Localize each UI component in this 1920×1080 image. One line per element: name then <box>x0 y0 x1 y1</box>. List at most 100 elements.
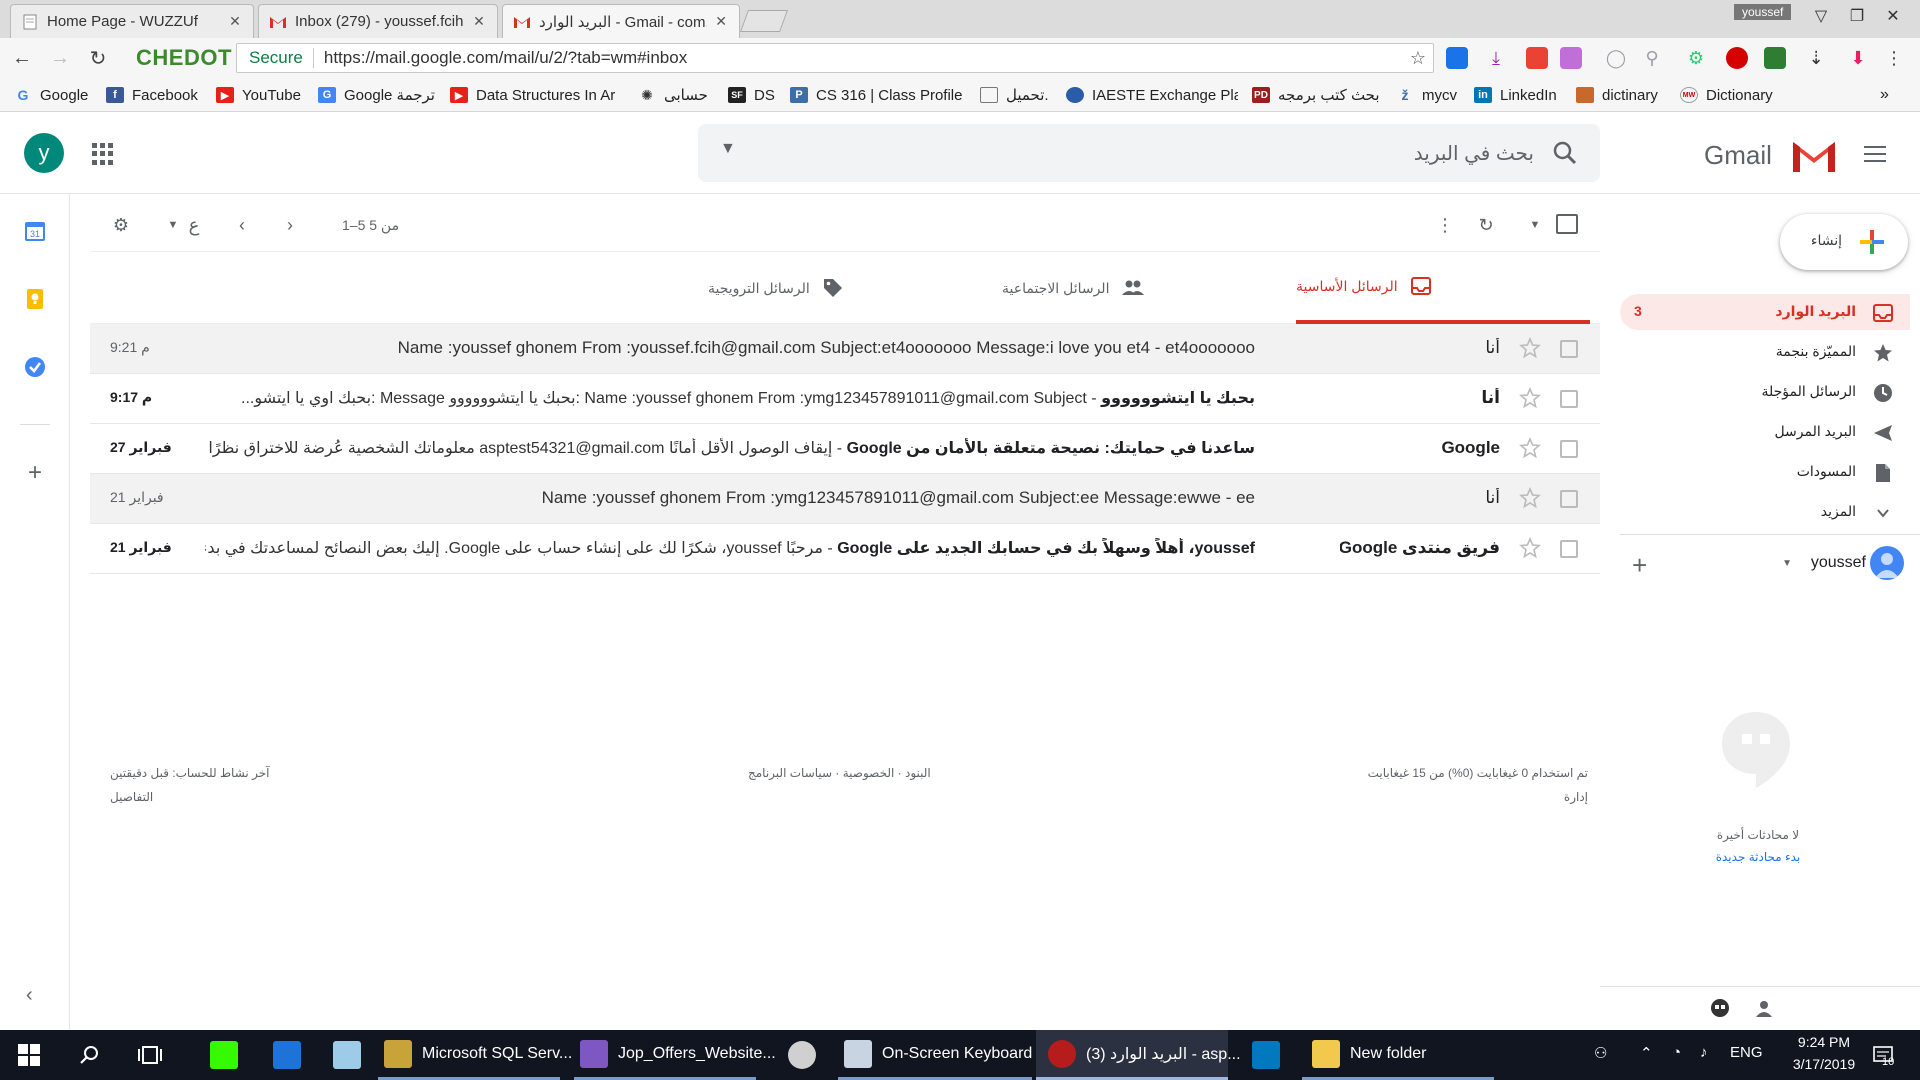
gmail-logo-icon[interactable] <box>1790 138 1838 174</box>
hangouts-avatar[interactable] <box>1870 546 1904 580</box>
search-input[interactable]: بحث في البريد <box>1414 141 1534 166</box>
close-window-icon[interactable]: ✕ <box>1882 6 1904 26</box>
taskbar-new-folder[interactable]: New folder <box>1302 1030 1494 1080</box>
settings-ext-icon[interactable]: ⚙ <box>1684 46 1708 70</box>
more-bookmarks-icon[interactable]: » <box>1880 85 1889 105</box>
row-checkbox[interactable] <box>1560 440 1578 458</box>
close-icon[interactable]: ✕ <box>471 13 487 30</box>
bookmark-dictinary[interactable]: dictinary <box>1576 85 1658 105</box>
tabs-menu-icon[interactable]: ▽ <box>1810 6 1832 26</box>
tab-gmail-active[interactable]: البريد الوارد - Gmail - com. ✕ <box>502 4 740 38</box>
nav-inbox[interactable]: البريد الوارد 3 <box>1620 294 1910 330</box>
taskbar-trello[interactable] <box>1238 1030 1294 1080</box>
search-bar[interactable]: ▼ بحث في البريد <box>698 124 1600 182</box>
chevron-left-icon[interactable]: ‹ <box>232 212 252 238</box>
gmail-logo-text[interactable]: Gmail <box>1704 140 1772 171</box>
tasks-icon[interactable] <box>22 354 48 380</box>
wifi-icon[interactable]: ◔ <box>1672 1044 1681 1061</box>
bookmark-linkedin[interactable]: in LinkedIn <box>1474 85 1557 105</box>
account-avatar[interactable]: y <box>24 133 64 173</box>
search-options-icon[interactable]: ▼ <box>720 140 736 158</box>
menu-dots-icon[interactable]: ⋮ <box>1882 46 1906 70</box>
restore-icon[interactable]: ❐ <box>1846 6 1868 26</box>
clock-time[interactable]: 9:24 PM <box>1784 1034 1864 1050</box>
refresh-icon[interactable]: ↻ <box>1474 212 1498 238</box>
bookmark-google-translate[interactable]: G Google ترجمة <box>318 85 435 105</box>
star-icon[interactable] <box>1518 486 1542 510</box>
bookmark-programming-books[interactable]: PD بحث كتب برمجه <box>1252 85 1380 105</box>
row-checkbox[interactable] <box>1560 390 1578 408</box>
row-checkbox[interactable] <box>1560 340 1578 358</box>
task-view-icon[interactable] <box>138 1044 162 1066</box>
select-dropdown-icon[interactable]: ▼ <box>1528 212 1542 238</box>
bookmark-iaeste[interactable]: IAESTE Exchange Plat <box>1066 85 1238 105</box>
email-row[interactable]: Google ساعدنا في حمايتك: نصيحة متعلقة با… <box>90 424 1600 474</box>
windows-start-icon[interactable] <box>18 1044 40 1066</box>
tab-social[interactable]: الرسائل الاجتماعية <box>1002 252 1296 324</box>
keep-icon[interactable] <box>22 286 48 312</box>
volume-icon[interactable]: ♪ <box>1700 1044 1708 1061</box>
forward-icon[interactable]: → <box>44 42 76 74</box>
row-checkbox[interactable] <box>1560 540 1578 558</box>
add-addon-icon[interactable]: + <box>22 460 48 486</box>
save-ext-icon[interactable]: ⬇ <box>1846 46 1870 70</box>
status-dropdown-icon[interactable]: ▼ <box>1782 558 1792 569</box>
youtube-ext-icon[interactable] <box>1526 47 1548 69</box>
star-icon[interactable] <box>1518 336 1542 360</box>
contacts-icon[interactable] <box>1752 997 1776 1021</box>
compose-button[interactable]: إنشاء <box>1780 214 1908 270</box>
whatsapp-ext-icon[interactable]: ◯ <box>1604 46 1628 70</box>
opera-ext-icon[interactable] <box>1726 47 1748 69</box>
email-row[interactable]: أنا Name :youssef ghonem From :ymg123457… <box>90 474 1600 524</box>
bookmark-facebook[interactable]: f Facebook <box>106 85 198 105</box>
screen-ext-icon[interactable] <box>1560 47 1582 69</box>
torrent-ext-icon[interactable]: ⇣ <box>1804 46 1828 70</box>
nav-more[interactable]: المزيد <box>1620 494 1910 530</box>
email-row[interactable]: أنا Name :youssef ghonem From :youssef.f… <box>90 324 1600 374</box>
bookmark-youtube[interactable]: ▶ YouTube <box>216 85 301 105</box>
bookmark-data-structures[interactable]: ▶ Data Structures In Ar <box>450 85 622 105</box>
email-row[interactable]: فريق منتدى Google youssef، أهلاً وسهلاً … <box>90 524 1600 574</box>
bookmark-star-icon[interactable]: ☆ <box>1403 48 1433 69</box>
nav-starred[interactable]: المميّزة بنجمة <box>1620 334 1910 370</box>
reload-icon[interactable]: ↻ <box>82 42 114 74</box>
nav-snoozed[interactable]: الرسائل المؤجلة <box>1620 374 1910 410</box>
add-chat-icon[interactable]: + <box>1632 550 1647 581</box>
tool-ext-icon[interactable]: ⚲ <box>1640 46 1664 70</box>
facebook-ext-icon[interactable] <box>1446 47 1468 69</box>
search-icon[interactable] <box>1550 138 1580 168</box>
new-tab-button[interactable] <box>739 10 789 32</box>
back-icon[interactable]: ← <box>6 42 38 74</box>
url-text[interactable]: https://mail.google.com/mail/u/2/?tab=wm… <box>314 48 1403 68</box>
manage-storage-link[interactable]: إدارة <box>1564 790 1588 804</box>
hangouts-quote-icon[interactable] <box>1708 997 1732 1021</box>
row-checkbox[interactable] <box>1560 490 1578 508</box>
search-icon[interactable] <box>78 1044 100 1066</box>
star-icon[interactable] <box>1518 436 1542 460</box>
bookmark-google[interactable]: G Google <box>14 85 89 105</box>
taskbar-dreamweaver[interactable] <box>196 1030 252 1080</box>
hangouts-user-name[interactable]: youssef <box>1811 554 1866 572</box>
tab-promotions[interactable]: الرسائل الترويجية <box>708 252 1002 324</box>
bookmark-mycv[interactable]: ž mycv <box>1396 85 1458 105</box>
apps-grid-icon[interactable] <box>92 143 114 165</box>
details-link[interactable]: التفاصيل <box>110 790 153 804</box>
chevron-right-icon[interactable]: › <box>280 212 300 238</box>
star-icon[interactable] <box>1518 386 1542 410</box>
taskbar-visual-studio[interactable]: Jop_Offers_Website... <box>574 1030 776 1080</box>
calendar-icon[interactable]: 31 <box>22 218 48 244</box>
taskbar-notepad[interactable] <box>322 1030 372 1080</box>
close-icon[interactable]: ✕ <box>713 13 729 30</box>
tab-primary[interactable]: الرسائل الأساسية <box>1296 252 1590 324</box>
address-bar[interactable]: Secure https://mail.google.com/mail/u/2/… <box>236 43 1434 73</box>
collapse-panel-icon[interactable]: ‹ <box>26 984 33 1007</box>
taskbar-on-screen-keyboard[interactable]: On-Screen Keyboard <box>838 1030 1032 1080</box>
download-ext-icon[interactable]: ⤓ <box>1484 46 1508 70</box>
email-row[interactable]: أنا بحبك يا ايتشوووووو - Name :youssef g… <box>90 374 1600 424</box>
select-all-checkbox[interactable] <box>1556 214 1578 234</box>
bookmark-hesaby[interactable]: ✺ حسابى <box>638 85 708 105</box>
star-icon[interactable] <box>1518 536 1542 560</box>
profile-chip[interactable]: youssef <box>1734 4 1792 20</box>
bookmark-download[interactable]: تحميل. <box>980 85 1049 105</box>
start-new-chat-link[interactable]: بدء محادثة جديدة <box>1640 850 1876 864</box>
